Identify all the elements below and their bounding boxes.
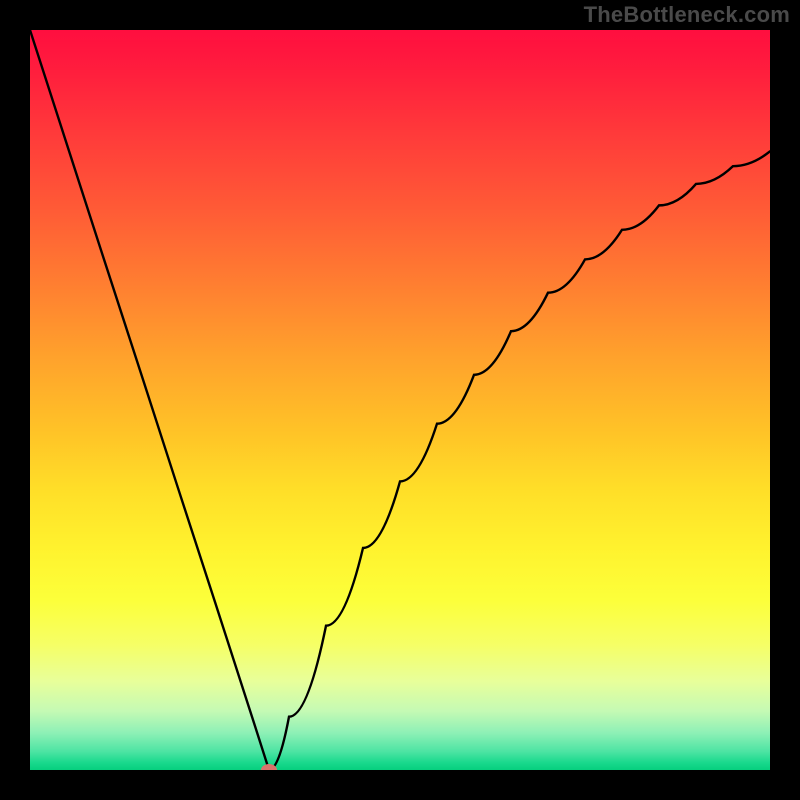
plot-area bbox=[30, 30, 770, 770]
attribution-text: TheBottleneck.com bbox=[584, 2, 790, 28]
bottleneck-curve-path bbox=[30, 30, 770, 770]
chart-frame: TheBottleneck.com bbox=[0, 0, 800, 800]
curve-svg bbox=[30, 30, 770, 770]
